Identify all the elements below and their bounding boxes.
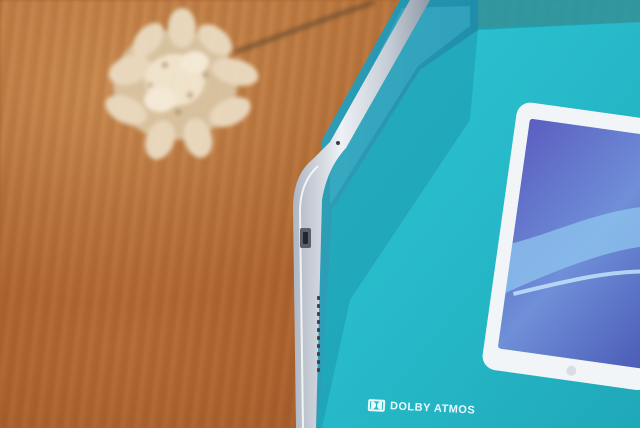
product-box-and-tablet: [293, 0, 640, 428]
dolby-logo-icon: [367, 399, 386, 412]
dolby-atmos-label: DOLBY ATMOS: [389, 400, 476, 417]
photo-scene: DOLBY ATMOS: [0, 0, 640, 428]
